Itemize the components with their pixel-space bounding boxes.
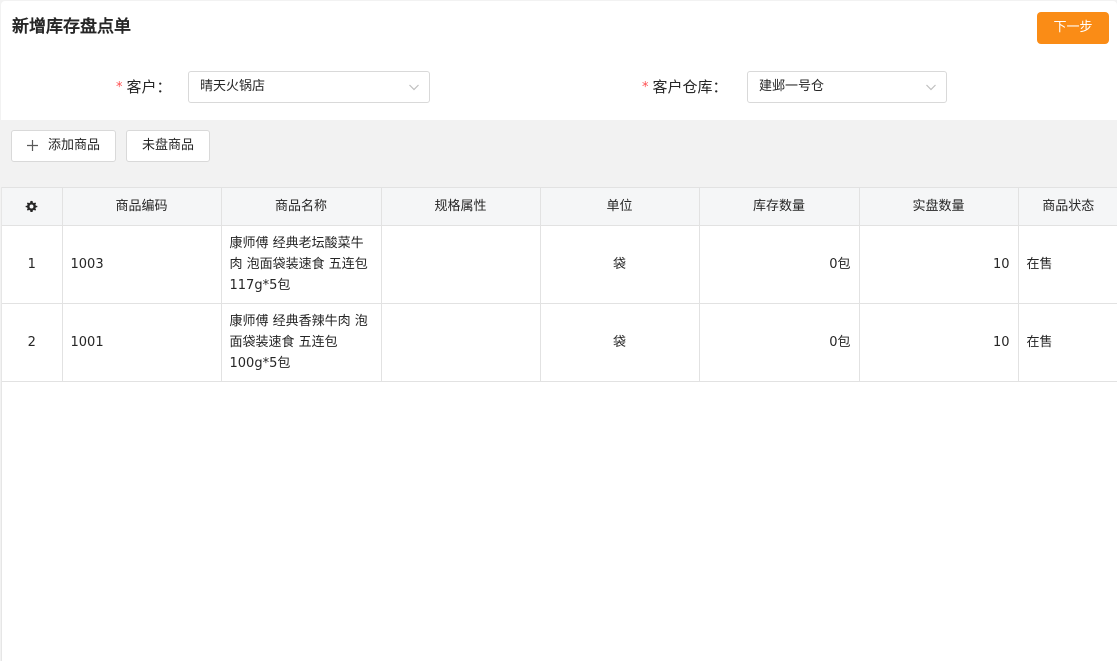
- inventory-table: 商品编码 商品名称 规格属性 单位 库存数量 实盘数量 商品状态 1 1003 …: [2, 187, 1117, 382]
- uncounted-products-button[interactable]: 未盘商品: [126, 130, 210, 162]
- page-title: 新增库存盘点单: [12, 17, 131, 37]
- product-code: 1001: [61, 303, 222, 382]
- product-status: 在售: [1017, 225, 1117, 304]
- product-status: 在售: [1017, 303, 1117, 382]
- customer-label: * 客户：: [116, 76, 172, 100]
- add-product-label: 添加商品: [48, 138, 101, 153]
- column-header-code: 商品编码: [61, 187, 222, 226]
- gear-icon[interactable]: [25, 200, 38, 213]
- warehouse-label-text: 客户仓库：: [652, 78, 728, 96]
- product-spec: [380, 225, 541, 304]
- product-code: 1003: [61, 225, 222, 304]
- chevron-down-icon: [926, 84, 936, 91]
- page: 新增库存盘点单 下一步 * 客户： 晴天火锅店 * 客户仓库： 建邺一号仓 添加商品: [0, 0, 1117, 661]
- column-header-unit: 单位: [539, 187, 700, 226]
- customer-select[interactable]: 晴天火锅店: [188, 71, 430, 103]
- stock-qty: 0包: [698, 303, 860, 382]
- toolbar: 添加商品 未盘商品: [0, 120, 1117, 172]
- header-panel: 新增库存盘点单 下一步 * 客户： 晴天火锅店 * 客户仓库： 建邺一号仓: [1, 1, 1117, 120]
- chevron-down-icon: [409, 84, 419, 91]
- table-panel: 商品编码 商品名称 规格属性 单位 库存数量 实盘数量 商品状态 1 1003 …: [1, 187, 1117, 661]
- plus-icon: [27, 140, 38, 151]
- product-unit: 袋: [539, 303, 700, 382]
- column-header-status: 商品状态: [1017, 187, 1117, 226]
- settings-column-header[interactable]: [2, 187, 63, 226]
- warehouse-label: * 客户仓库：: [642, 76, 728, 100]
- row-index: 2: [2, 303, 63, 382]
- stock-qty: 0包: [698, 225, 860, 304]
- add-product-button[interactable]: 添加商品: [11, 130, 116, 162]
- warehouse-select[interactable]: 建邺一号仓: [747, 71, 947, 103]
- customer-label-text: 客户：: [126, 78, 172, 96]
- required-mark: *: [642, 80, 649, 95]
- column-header-actual-qty: 实盘数量: [858, 187, 1019, 226]
- next-step-button[interactable]: 下一步: [1037, 12, 1109, 44]
- column-header-name: 商品名称: [220, 187, 382, 226]
- column-header-stock-qty: 库存数量: [698, 187, 860, 226]
- actual-qty[interactable]: 10: [858, 303, 1019, 382]
- row-index: 1: [2, 225, 63, 304]
- product-name: 康师傅 经典老坛酸菜牛肉 泡面袋装速食 五连包 117g*5包: [220, 225, 382, 304]
- warehouse-select-value: 建邺一号仓: [759, 79, 825, 94]
- table-row[interactable]: 1 1003 康师傅 经典老坛酸菜牛肉 泡面袋装速食 五连包 117g*5包 袋…: [2, 225, 1117, 304]
- actual-qty[interactable]: 10: [858, 225, 1019, 304]
- product-unit: 袋: [539, 225, 700, 304]
- customer-select-value: 晴天火锅店: [200, 79, 266, 94]
- column-header-spec: 规格属性: [380, 187, 541, 226]
- product-name: 康师傅 经典香辣牛肉 泡面袋装速食 五连包 100g*5包: [220, 303, 382, 382]
- product-spec: [380, 303, 541, 382]
- table-header-row: 商品编码 商品名称 规格属性 单位 库存数量 实盘数量 商品状态: [2, 187, 1117, 226]
- table-row[interactable]: 2 1001 康师傅 经典香辣牛肉 泡面袋装速食 五连包 100g*5包 袋 0…: [2, 303, 1117, 382]
- required-mark: *: [116, 80, 123, 95]
